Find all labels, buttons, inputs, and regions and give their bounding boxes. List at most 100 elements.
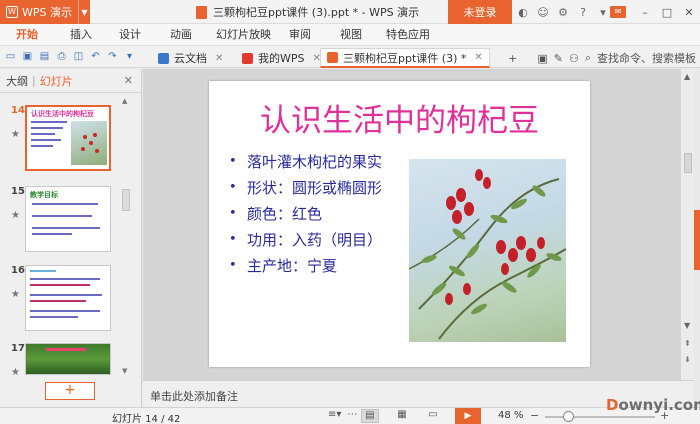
bullet-item: • 落叶灌木枸杞的果实: [229, 149, 382, 175]
ppt-file-icon: [196, 5, 207, 19]
pen-icon[interactable]: ✎: [554, 52, 563, 65]
skin-icon[interactable]: ◐: [516, 6, 530, 19]
play-slideshow-button[interactable]: ▶: [455, 408, 481, 424]
toolbar-right: + ▣ ✎ ⚇ ⌕ 查找命令、搜索模板: [508, 48, 696, 68]
align-icon[interactable]: ≡▾: [328, 409, 341, 420]
add-slide-button[interactable]: +: [45, 382, 95, 400]
screen-icon[interactable]: ▣: [537, 52, 547, 65]
maximize-button[interactable]: □: [656, 6, 678, 19]
ppt-file-icon: [327, 52, 338, 63]
reading-view-button[interactable]: ▭: [424, 409, 442, 423]
tab-cloud-docs[interactable]: 云文档 ✕: [152, 48, 229, 68]
redo-icon[interactable]: ↷: [105, 49, 120, 64]
site-watermark: Downyi.com: [606, 396, 700, 414]
app-menu-button[interactable]: W WPS 演示 ▼: [0, 0, 90, 24]
slide-number: 17: [11, 343, 25, 354]
spellcheck-icon[interactable]: ⋯: [347, 409, 357, 420]
bullet-item: • 功用：入药（明目）: [229, 227, 382, 253]
cloud-doc-icon: [158, 52, 169, 64]
side-panel-toggle[interactable]: [694, 210, 700, 270]
star-icon: ★: [11, 210, 20, 221]
scroll-down-icon[interactable]: ▼: [122, 367, 127, 375]
menu-animation[interactable]: 动画: [170, 24, 192, 46]
panel-scrollbar[interactable]: ▲ ▼: [120, 97, 132, 377]
slide-title[interactable]: 认识生活中的枸杞豆: [209, 95, 590, 140]
goji-berry-photo[interactable]: [409, 159, 566, 342]
sorter-view-button[interactable]: ▦: [393, 409, 411, 423]
bullet-icon: •: [229, 206, 237, 221]
zoom-out-button[interactable]: −: [530, 409, 539, 422]
scroll-down-icon[interactable]: ▼: [684, 321, 690, 330]
undo-icon[interactable]: ↶: [88, 49, 103, 64]
tab-my-wps[interactable]: 我的WPS ✕: [236, 48, 327, 68]
normal-view-button[interactable]: ▤: [361, 409, 379, 423]
open-icon[interactable]: ▭: [3, 49, 18, 64]
menu-features[interactable]: 特色应用: [386, 24, 430, 46]
panel-header: 大纲 | 幻灯片 ✕: [0, 69, 141, 93]
title-tools: ◐ ☺ ⚙ ? ▾: [516, 0, 610, 24]
menu-home[interactable]: 开始: [16, 24, 38, 46]
zoom-slider-knob[interactable]: [563, 411, 574, 422]
tab-outline[interactable]: 大纲: [6, 73, 28, 89]
scroll-up-icon[interactable]: ▲: [122, 97, 127, 105]
menu-insert[interactable]: 插入: [70, 24, 92, 46]
thumb-line: [31, 145, 53, 147]
command-search[interactable]: 查找命令、搜索模板: [597, 50, 696, 66]
print-icon[interactable]: ⎙: [54, 49, 69, 64]
more-icon[interactable]: ▾: [596, 6, 610, 19]
thumb-line: [32, 227, 100, 229]
close-button[interactable]: ✕: [678, 6, 700, 19]
login-button[interactable]: 未登录: [448, 0, 512, 24]
bullet-list[interactable]: • 落叶灌木枸杞的果实 • 形状：圆形或椭圆形 • 颜色：红色 • 功用：入药（明目） …: [229, 149, 382, 279]
people-icon[interactable]: ⚇: [569, 52, 579, 65]
save-icon[interactable]: ▣: [20, 49, 35, 64]
scroll-thumb[interactable]: [122, 189, 130, 211]
help-icon[interactable]: ?: [576, 6, 590, 19]
star-icon: ★: [11, 367, 20, 378]
message-icon[interactable]: ✉: [610, 6, 626, 18]
menu-view[interactable]: 视图: [340, 24, 362, 46]
zoom-slider[interactable]: [545, 416, 655, 418]
slide-counter: 幻灯片 14 / 42: [112, 414, 181, 424]
preview-icon[interactable]: ◫: [71, 49, 86, 64]
zoom-level[interactable]: 48 %: [498, 410, 523, 421]
thumb-line: [31, 133, 55, 135]
close-icon[interactable]: ✕: [474, 52, 482, 63]
thumb-line: [32, 233, 72, 235]
star-icon: ★: [11, 129, 20, 140]
search-icon[interactable]: ⌕: [585, 51, 591, 65]
slide-number: 15: [11, 186, 25, 197]
thumb-line: [46, 348, 86, 351]
bullet-icon: •: [229, 154, 237, 169]
bullet-item: • 颜色：红色: [229, 201, 382, 227]
window-title: 三颗枸杞豆ppt课件 (3).ppt * - WPS 演示: [196, 0, 419, 24]
editor-scrollbar[interactable]: ▲ ▼ ⇞ ⇟: [680, 69, 694, 380]
menu-review[interactable]: 审阅: [289, 24, 311, 46]
menu-slideshow[interactable]: 幻灯片放映: [216, 24, 271, 46]
tab-separator: |: [32, 74, 36, 87]
tab-slides[interactable]: 幻灯片: [40, 73, 73, 89]
minimize-button[interactable]: –: [634, 6, 656, 19]
feedback-icon[interactable]: ☺: [536, 6, 550, 19]
close-icon[interactable]: ✕: [215, 53, 223, 64]
window-controls: ✉ – □ ✕: [610, 0, 700, 24]
prev-slide-icon[interactable]: ⇞: [684, 339, 691, 348]
menu-design[interactable]: 设计: [119, 24, 141, 46]
title-bar: W WPS 演示 ▼ 三颗枸杞豆ppt课件 (3).ppt * - WPS 演示…: [0, 0, 700, 24]
thumbnail-image: 认识生活中的枸杞豆: [25, 105, 111, 171]
qa-more-icon[interactable]: ▾: [122, 49, 137, 64]
current-slide[interactable]: 认识生活中的枸杞豆 • 落叶灌木枸杞的果实 • 形状：圆形或椭圆形 • 颜色：红色 •…: [209, 81, 590, 367]
chevron-down-icon[interactable]: ▼: [78, 0, 90, 24]
close-icon[interactable]: ✕: [124, 74, 133, 87]
new-tab-icon[interactable]: +: [508, 52, 517, 65]
scroll-up-icon[interactable]: ▲: [684, 72, 690, 81]
settings-icon[interactable]: ⚙: [556, 6, 570, 19]
scroll-thumb[interactable]: [684, 153, 692, 173]
export-icon[interactable]: ▤: [37, 49, 52, 64]
next-slide-icon[interactable]: ⇟: [684, 355, 691, 364]
thumbnail-title: 教学目标: [30, 191, 58, 199]
bullet-icon: •: [229, 232, 237, 247]
bullet-text: 落叶灌木枸杞的果实: [247, 153, 383, 171]
tab-document[interactable]: 三颗枸杞豆ppt课件 (3) * ✕: [320, 48, 490, 68]
thumb-line: [30, 278, 100, 280]
